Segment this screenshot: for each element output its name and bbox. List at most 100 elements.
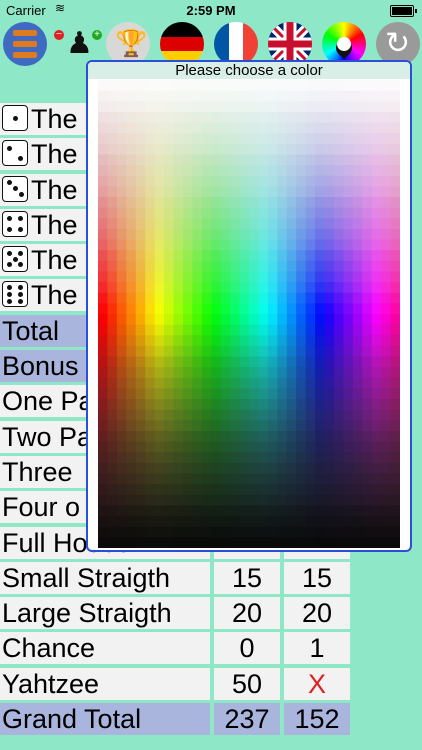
color-swatch[interactable] (381, 207, 392, 219)
color-swatch[interactable] (390, 122, 400, 134)
color-swatch[interactable] (315, 239, 325, 251)
color-swatch[interactable] (192, 207, 203, 219)
color-swatch[interactable] (126, 399, 137, 411)
color-swatch[interactable] (98, 197, 108, 209)
color-swatch[interactable] (230, 494, 241, 506)
color-swatch[interactable] (107, 367, 118, 379)
color-swatch[interactable] (286, 143, 297, 155)
color-swatch[interactable] (182, 431, 193, 443)
color-swatch[interactable] (315, 250, 325, 262)
color-swatch[interactable] (145, 356, 156, 368)
color-swatch[interactable] (296, 484, 307, 496)
color-swatch[interactable] (98, 516, 108, 528)
color-swatch[interactable] (324, 345, 335, 358)
color-swatch[interactable] (239, 111, 250, 124)
color-swatch[interactable] (352, 356, 363, 368)
color-swatch[interactable] (381, 165, 392, 177)
color-swatch[interactable] (126, 175, 137, 187)
color-swatch[interactable] (211, 239, 222, 251)
color-swatch[interactable] (173, 367, 184, 379)
color-swatch[interactable] (126, 452, 137, 464)
color-swatch[interactable] (371, 324, 382, 336)
color-swatch[interactable] (381, 292, 392, 304)
color-swatch[interactable] (239, 271, 250, 283)
color-swatch[interactable] (201, 441, 212, 453)
color-swatch[interactable] (362, 101, 373, 113)
color-swatch[interactable] (371, 431, 382, 443)
color-swatch[interactable] (145, 282, 156, 294)
color-swatch[interactable] (305, 303, 316, 315)
color-swatch[interactable] (286, 260, 297, 272)
color-swatch[interactable] (173, 462, 184, 475)
color-swatch[interactable] (362, 111, 373, 124)
color-swatch[interactable] (230, 175, 241, 187)
color-swatch[interactable] (239, 197, 250, 209)
color-swatch[interactable] (362, 186, 373, 198)
color-swatch[interactable] (135, 324, 146, 336)
color-swatch[interactable] (98, 314, 108, 326)
color-swatch[interactable] (107, 356, 118, 368)
color-swatch[interactable] (173, 239, 184, 251)
color-swatch[interactable] (126, 122, 137, 134)
color-swatch[interactable] (249, 292, 259, 304)
color-swatch[interactable] (154, 111, 165, 124)
color-swatch[interactable] (211, 218, 222, 230)
color-swatch[interactable] (154, 271, 165, 283)
color-swatch[interactable] (343, 133, 354, 145)
color-swatch[interactable] (201, 101, 212, 113)
color-swatch[interactable] (107, 133, 118, 145)
color-swatch[interactable] (286, 250, 297, 262)
color-swatch[interactable] (98, 473, 108, 485)
color-swatch[interactable] (107, 431, 118, 443)
color-swatch[interactable] (267, 90, 278, 102)
color-swatch[interactable] (305, 271, 316, 283)
color-swatch[interactable] (352, 420, 363, 432)
color-swatch[interactable] (239, 292, 250, 304)
color-swatch[interactable] (381, 441, 392, 453)
color-swatch[interactable] (267, 165, 278, 177)
color-swatch[interactable] (116, 239, 127, 251)
color-swatch[interactable] (173, 537, 184, 548)
color-swatch[interactable] (315, 197, 325, 209)
color-swatch[interactable] (164, 271, 174, 283)
color-swatch[interactable] (362, 441, 373, 453)
color-swatch[interactable] (352, 260, 363, 272)
color-swatch[interactable] (286, 537, 297, 548)
color-swatch[interactable] (230, 314, 241, 326)
color-swatch[interactable] (211, 399, 222, 411)
color-swatch[interactable] (173, 271, 184, 283)
color-swatch[interactable] (343, 186, 354, 198)
color-swatch[interactable] (390, 218, 400, 230)
color-swatch[interactable] (135, 207, 146, 219)
color-swatch[interactable] (258, 218, 269, 230)
color-swatch[interactable] (211, 452, 222, 464)
color-swatch[interactable] (182, 90, 193, 102)
color-swatch[interactable] (267, 505, 278, 517)
color-swatch[interactable] (258, 526, 269, 538)
color-swatch[interactable] (107, 197, 118, 209)
color-swatch[interactable] (239, 441, 250, 453)
color-swatch[interactable] (182, 494, 193, 506)
color-swatch[interactable] (145, 165, 156, 177)
color-swatch[interactable] (126, 165, 137, 177)
color-swatch[interactable] (173, 409, 184, 421)
color-swatch[interactable] (220, 420, 231, 432)
color-swatch[interactable] (107, 526, 118, 538)
color-swatch[interactable] (116, 111, 127, 124)
color-swatch[interactable] (145, 377, 156, 389)
color-swatch[interactable] (107, 101, 118, 113)
color-swatch[interactable] (371, 399, 382, 411)
color-swatch[interactable] (230, 228, 241, 241)
color-swatch[interactable] (381, 122, 392, 134)
color-swatch[interactable] (230, 260, 241, 272)
color-swatch[interactable] (192, 186, 203, 198)
color-swatch[interactable] (324, 367, 335, 379)
color-swatch[interactable] (315, 80, 325, 92)
color-swatch[interactable] (315, 399, 325, 411)
color-swatch[interactable] (343, 462, 354, 475)
color-swatch[interactable] (381, 420, 392, 432)
color-swatch[interactable] (107, 324, 118, 336)
color-swatch[interactable] (258, 484, 269, 496)
color-swatch[interactable] (286, 399, 297, 411)
color-swatch[interactable] (145, 143, 156, 155)
